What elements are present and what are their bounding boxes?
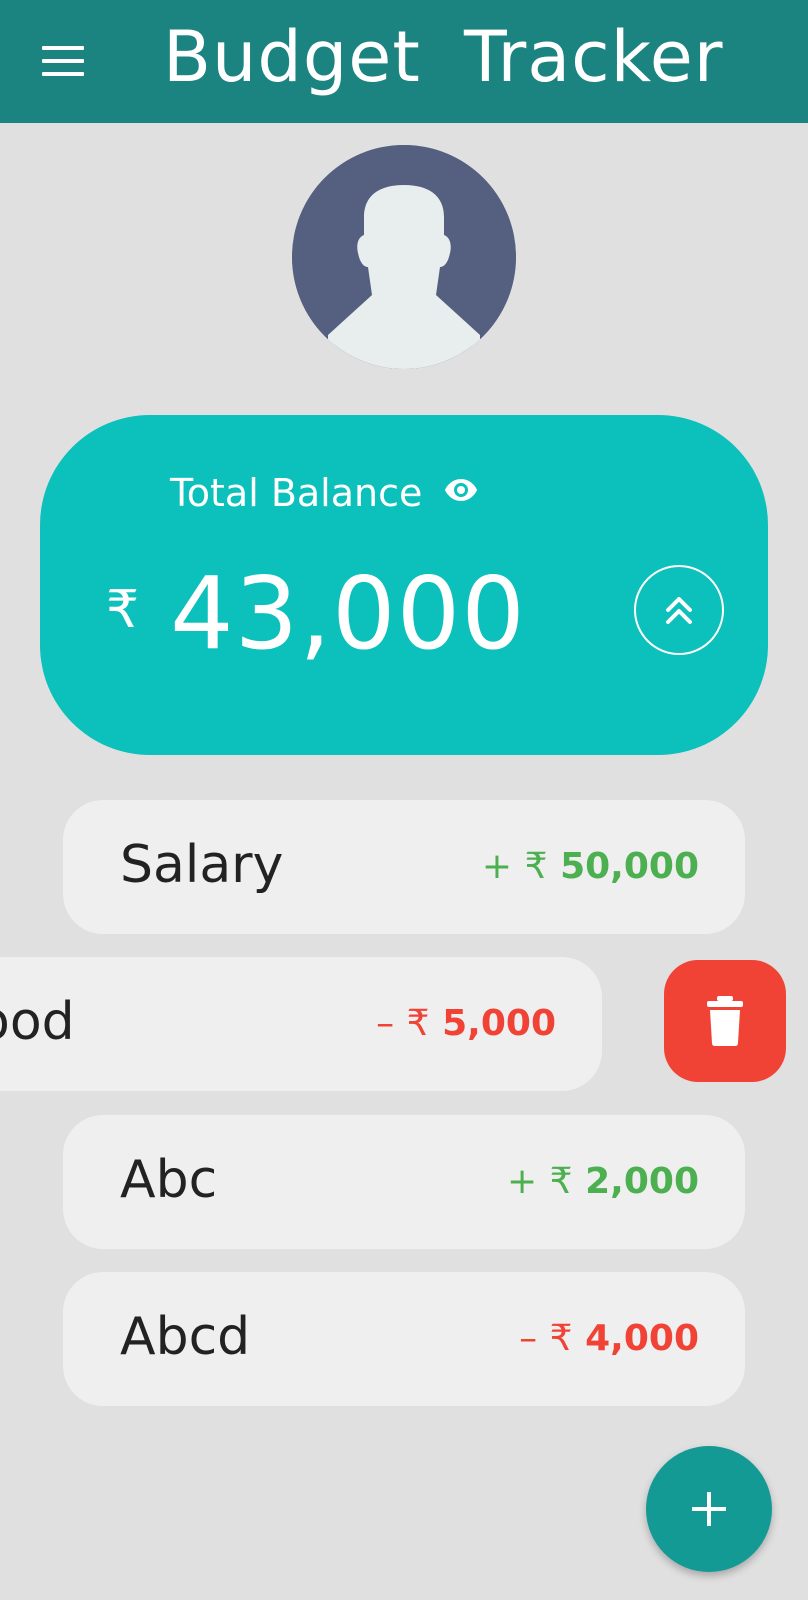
transaction-name: Abcd (120, 1307, 251, 1367)
transaction-item-swiped[interactable]: ood – ₹ 5,000 (0, 957, 602, 1091)
amount-sign: – (519, 1318, 538, 1359)
app-screen: Budget Tracker Total Balance ₹ 43,000 Sa… (0, 0, 808, 1600)
transaction-amount: + ₹ 2,000 (507, 1161, 699, 1202)
amount-value: 2,000 (585, 1161, 699, 1202)
transaction-name: Salary (120, 835, 284, 895)
transaction-name: Abc (120, 1150, 218, 1210)
balance-amount: 43,000 (170, 555, 526, 672)
transaction-name: ood (0, 992, 75, 1052)
transaction-item[interactable]: Salary + ₹ 50,000 (63, 800, 745, 934)
delete-button[interactable] (664, 960, 786, 1082)
avatar[interactable] (292, 145, 516, 369)
add-transaction-button[interactable] (646, 1446, 772, 1572)
transaction-amount: – ₹ 4,000 (519, 1318, 699, 1359)
expand-button[interactable] (634, 565, 724, 655)
double-chevron-up-icon (666, 597, 692, 624)
trash-icon (707, 996, 743, 1046)
amount-value: 50,000 (560, 846, 699, 887)
balance-card: Total Balance ₹ 43,000 (40, 415, 768, 755)
hamburger-menu-icon[interactable] (42, 46, 84, 76)
amount-currency: ₹ (549, 1318, 573, 1359)
app-bar: Budget Tracker (0, 0, 808, 123)
plus-icon (692, 1492, 726, 1526)
transaction-item[interactable]: Abcd – ₹ 4,000 (63, 1272, 745, 1406)
amount-sign: + (506, 1161, 538, 1202)
transaction-item[interactable]: Abc + ₹ 2,000 (63, 1115, 745, 1249)
amount-value: 4,000 (585, 1318, 699, 1359)
amount-sign: + (481, 846, 513, 887)
transaction-amount: – ₹ 5,000 (376, 1003, 556, 1044)
amount-value: 5,000 (442, 1003, 556, 1044)
user-silhouette-icon (292, 145, 516, 369)
amount-currency: ₹ (549, 1161, 573, 1202)
eye-icon[interactable] (444, 477, 478, 503)
amount-sign: – (376, 1003, 395, 1044)
app-title: Budget Tracker (163, 16, 724, 98)
balance-currency: ₹ (106, 580, 140, 640)
transaction-amount: + ₹ 50,000 (482, 846, 699, 887)
balance-label: Total Balance (170, 471, 423, 515)
amount-currency: ₹ (406, 1003, 430, 1044)
amount-currency: ₹ (524, 846, 548, 887)
